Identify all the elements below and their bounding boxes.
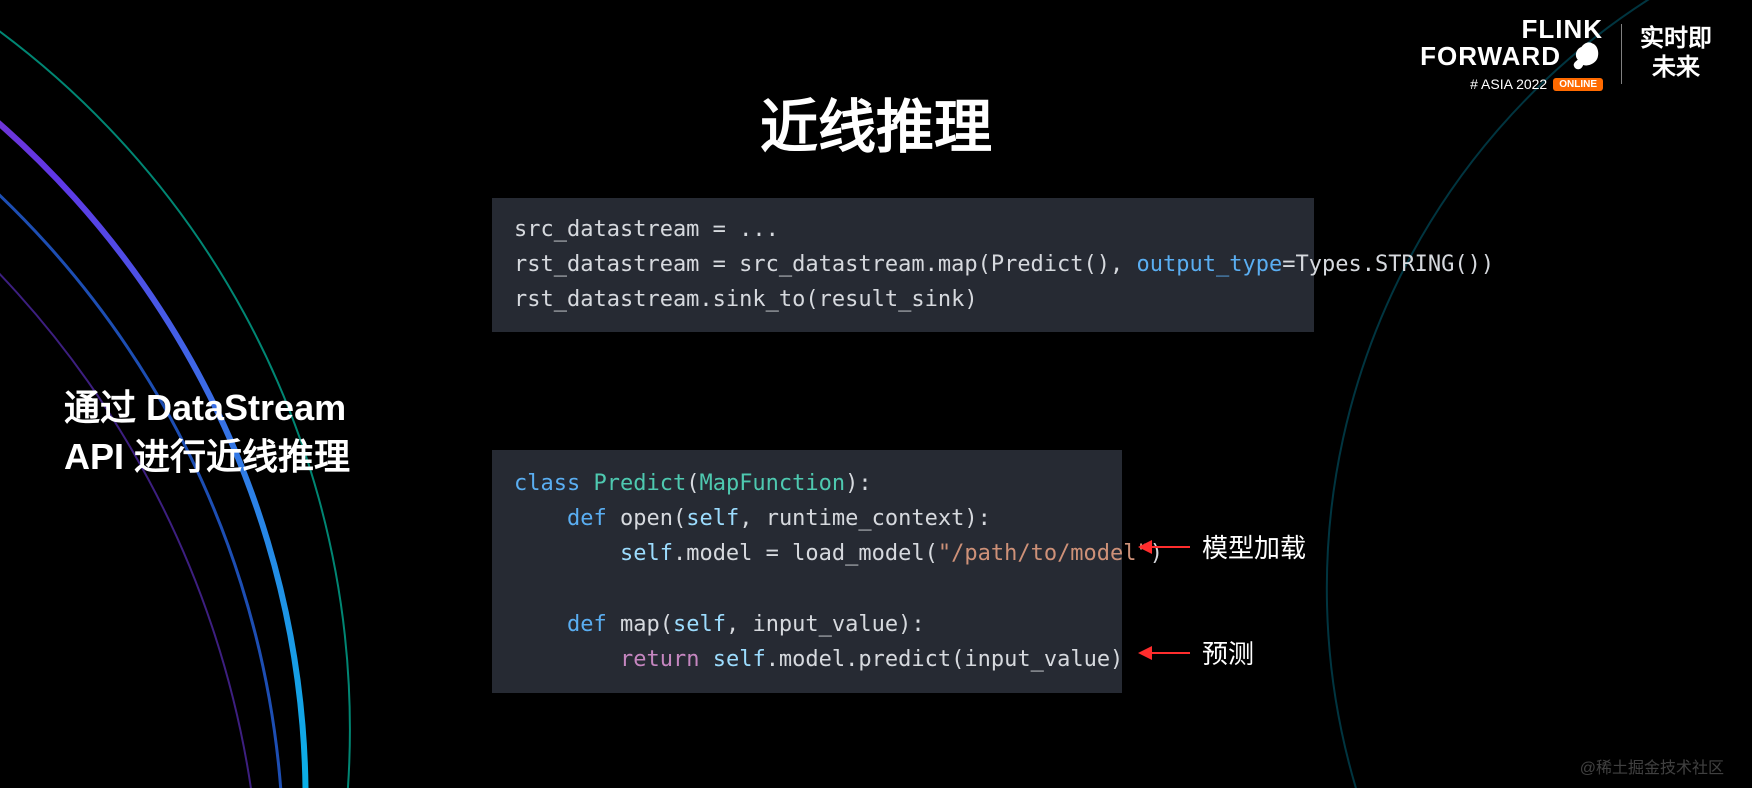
page-title: 近线推理 bbox=[760, 80, 992, 164]
brand-line2-row: FORWARD bbox=[1420, 38, 1603, 74]
brand-divider bbox=[1621, 24, 1622, 84]
subtitle-line2: API 进行近线推理 bbox=[64, 433, 350, 482]
arrow-icon bbox=[1140, 652, 1190, 654]
watermark: @稀土掘金技术社区 bbox=[1580, 754, 1724, 778]
annotation-text-2: 预测 bbox=[1202, 634, 1254, 671]
squirrel-icon bbox=[1567, 38, 1603, 74]
brand-line2: FORWARD bbox=[1420, 41, 1561, 72]
tagline-line1: 实时即 bbox=[1640, 25, 1712, 54]
subtitle-line1: 通过 DataStream bbox=[64, 384, 350, 433]
tagline-line2: 未来 bbox=[1640, 54, 1712, 83]
brand-sub-text: # ASIA 2022 bbox=[1470, 76, 1547, 92]
brand-header: FLINK FORWARD # ASIA 2022 ONLINE 实时即 未来 bbox=[1420, 16, 1712, 92]
annotation-predict: 预测 bbox=[1140, 634, 1254, 671]
online-badge: ONLINE bbox=[1553, 78, 1603, 91]
annotation-text-1: 模型加载 bbox=[1202, 528, 1306, 565]
brand-tagline: 实时即 未来 bbox=[1640, 25, 1712, 83]
code-block-top: src_datastream = ... rst_datastream = sr… bbox=[492, 198, 1314, 332]
code-block-bottom: class Predict(MapFunction): def open(sel… bbox=[492, 450, 1122, 693]
arrow-icon bbox=[1140, 546, 1190, 548]
annotation-model-load: 模型加载 bbox=[1140, 528, 1306, 565]
brand-sub: # ASIA 2022 ONLINE bbox=[1420, 76, 1603, 92]
section-subtitle: 通过 DataStream API 进行近线推理 bbox=[64, 384, 350, 481]
